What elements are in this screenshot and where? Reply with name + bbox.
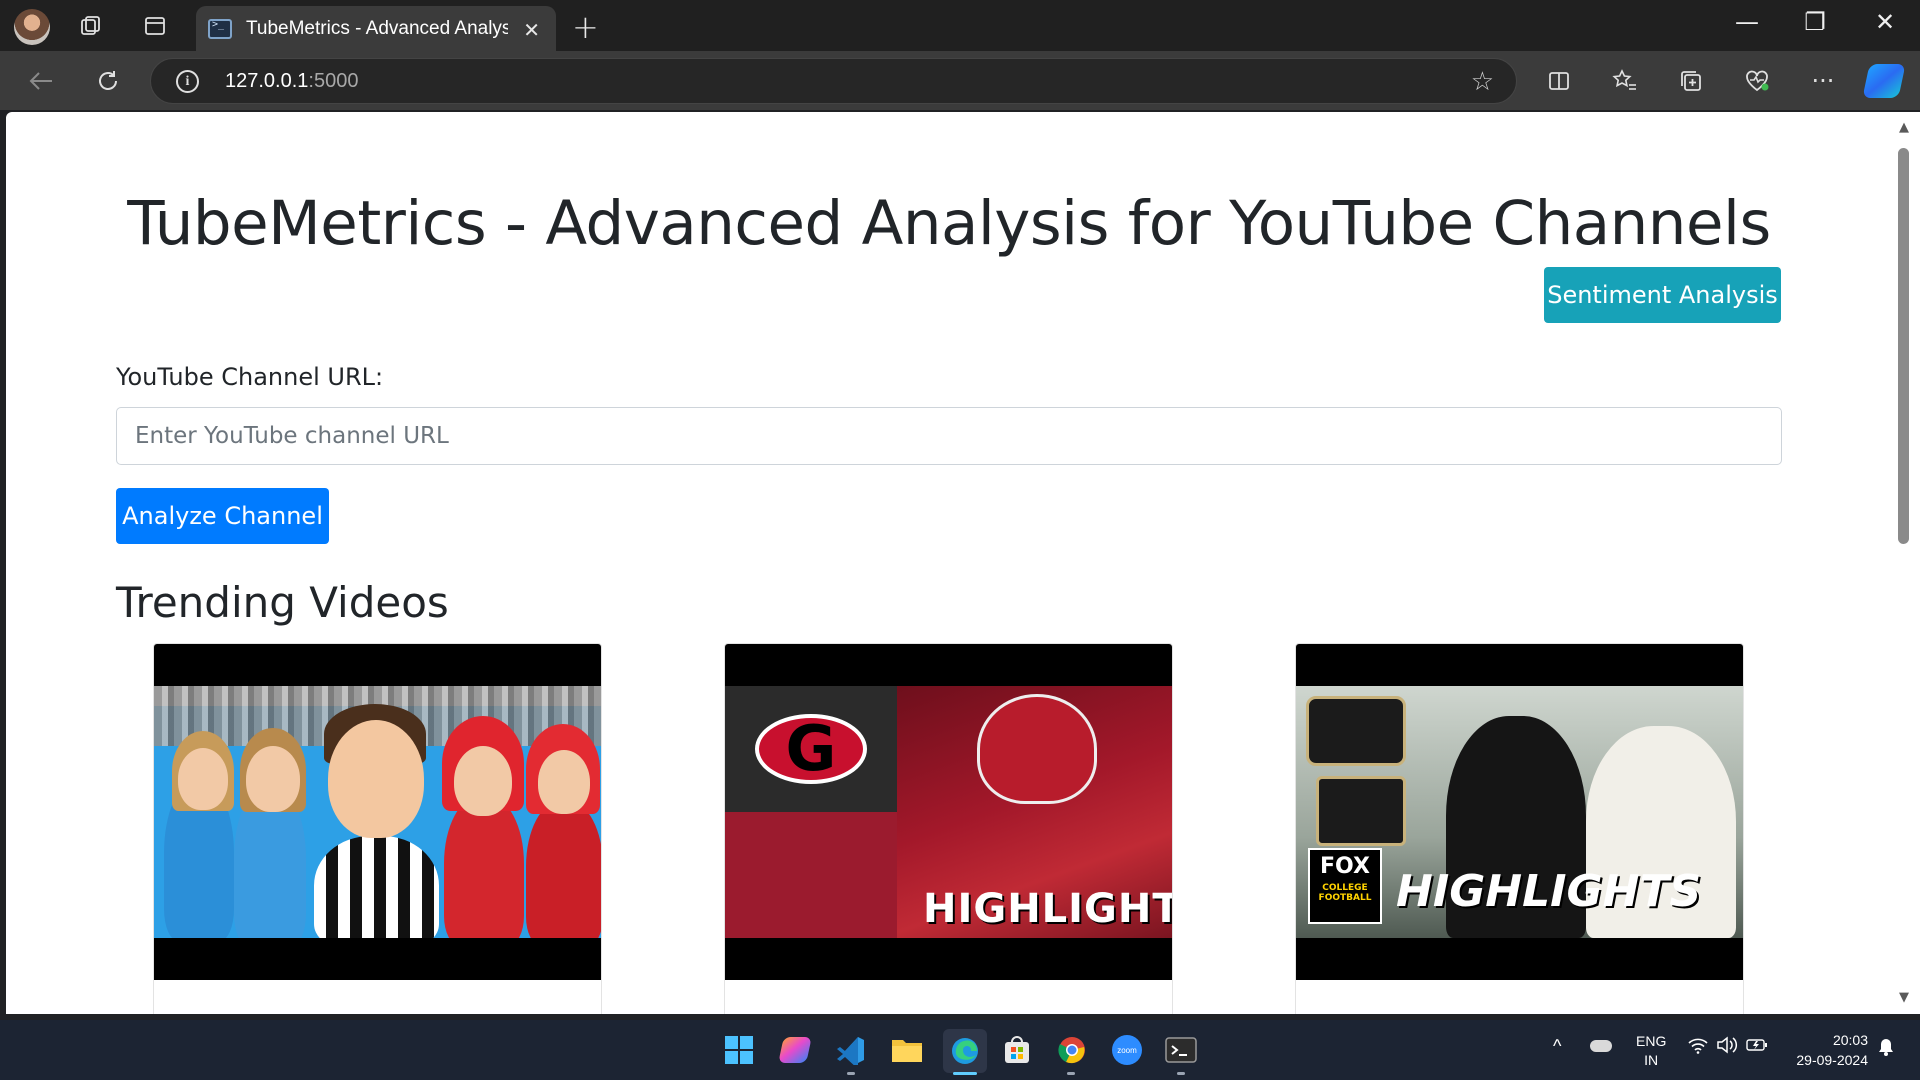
fox-badge-text: FOX (1320, 854, 1370, 879)
region-code: IN (1644, 1052, 1659, 1068)
notifications-bell-icon[interactable] (1878, 1038, 1894, 1061)
ucf-logo-icon (1316, 776, 1406, 846)
vertical-tabs-icon[interactable] (140, 11, 170, 41)
scrollbar-thumb[interactable] (1898, 148, 1909, 544)
new-tab-button[interactable]: + (572, 8, 599, 46)
minimize-button[interactable]: — (1727, 8, 1767, 36)
channel-url-label: YouTube Channel URL: (116, 363, 384, 391)
show-hidden-icons-chevron-icon[interactable]: ^ (1553, 1036, 1561, 1057)
video-thumbnail[interactable] (154, 644, 601, 980)
address-bar[interactable]: i 127.0.0.1:5000 ☆ (150, 58, 1517, 104)
refresh-button[interactable] (89, 63, 127, 99)
browser-toolbar: i 127.0.0.1:5000 ☆ ··· (0, 51, 1920, 110)
edge-taskbar-icon[interactable] (943, 1029, 987, 1073)
workspaces-icon[interactable] (76, 11, 106, 41)
url-host: 127.0.0.1 (225, 70, 309, 92)
close-window-button[interactable]: ✕ (1865, 8, 1905, 36)
sentiment-analysis-button[interactable]: Sentiment Analysis (1544, 267, 1781, 323)
scroll-down-arrow-icon[interactable]: ▼ (1894, 990, 1914, 1005)
browser-essentials-icon[interactable] (1738, 63, 1776, 99)
split-screen-icon[interactable] (1540, 63, 1578, 99)
favorite-star-icon[interactable]: ☆ (1471, 67, 1494, 97)
channel-url-input[interactable] (116, 407, 1782, 465)
clock[interactable]: 20:03 29-09-2024 (1780, 1030, 1868, 1070)
language-indicator[interactable]: ENG IN (1636, 1032, 1666, 1070)
collections-icon[interactable] (1672, 63, 1710, 99)
thumbnail-image: FOX COLLEGE FOOTBALL HIGHLIGHTS (1296, 686, 1743, 938)
copilot-taskbar-icon[interactable] (778, 1033, 812, 1067)
copilot-icon[interactable] (1862, 64, 1906, 98)
page-title: TubeMetrics - Advanced Analysis for YouT… (127, 188, 1771, 259)
colorado-logo-icon (1306, 696, 1406, 766)
onedrive-cloud-icon[interactable] (1590, 1040, 1612, 1052)
tab-tubemetrics[interactable]: TubeMetrics - Advanced Analysis for YouT… (196, 6, 556, 51)
thumbnail-image (154, 686, 601, 938)
language-code: ENG (1636, 1033, 1667, 1049)
thumbnail-caption: HIGHLIGHTS (1396, 866, 1702, 917)
wifi-icon[interactable] (1688, 1038, 1708, 1059)
analyze-channel-button[interactable]: Analyze Channel (116, 488, 329, 544)
profile-avatar[interactable] (14, 9, 50, 45)
video-thumbnail[interactable]: A HIGHLIGHTS (725, 644, 1172, 980)
video-card[interactable]: FOX COLLEGE FOOTBALL HIGHLIGHTS (1295, 643, 1744, 1014)
restore-button[interactable]: ❐ (1795, 8, 1835, 36)
start-menu-icon[interactable] (722, 1033, 756, 1067)
terminal-favicon-icon (208, 18, 232, 39)
back-button[interactable] (22, 63, 60, 99)
vscode-icon[interactable] (834, 1033, 868, 1067)
file-explorer-icon[interactable] (890, 1033, 924, 1067)
terminal-icon[interactable] (1164, 1033, 1198, 1067)
site-info-icon[interactable]: i (176, 70, 199, 93)
video-thumbnail[interactable]: FOX COLLEGE FOOTBALL HIGHLIGHTS (1296, 644, 1743, 980)
trending-videos-heading: Trending Videos (116, 578, 449, 627)
address-url[interactable]: 127.0.0.1:5000 (225, 70, 358, 93)
tab-title: TubeMetrics - Advanced Analysis for YouT… (246, 17, 508, 39)
tab-close-icon[interactable]: ✕ (523, 18, 540, 42)
page-viewport: TubeMetrics - Advanced Analysis for YouT… (6, 112, 1892, 1014)
battery-icon[interactable] (1746, 1038, 1768, 1057)
browser-tab-strip: TubeMetrics - Advanced Analysis for YouT… (0, 0, 1920, 51)
georgia-logo-icon (755, 712, 867, 785)
video-card[interactable] (153, 643, 602, 1014)
clock-time: 20:03 (1832, 1032, 1868, 1048)
video-card[interactable]: A HIGHLIGHTS (724, 643, 1173, 1014)
zoom-icon[interactable]: zoom (1110, 1033, 1144, 1067)
favorites-icon[interactable] (1606, 63, 1644, 99)
microsoft-store-icon[interactable] (1000, 1033, 1034, 1067)
scroll-up-arrow-icon[interactable]: ▲ (1894, 120, 1914, 135)
clock-date: 29-09-2024 (1796, 1052, 1868, 1068)
fox-college-football-badge: FOX COLLEGE FOOTBALL (1308, 848, 1382, 924)
fox-badge-subtext: COLLEGE FOOTBALL (1318, 883, 1372, 903)
volume-icon[interactable] (1716, 1036, 1738, 1059)
url-port: :5000 (308, 70, 359, 92)
thumbnail-image: A HIGHLIGHTS (725, 686, 1172, 938)
settings-more-icon[interactable]: ··· (1804, 63, 1842, 99)
chrome-icon[interactable] (1055, 1033, 1089, 1067)
thumbnail-caption: HIGHLIGHTS (923, 886, 1172, 932)
